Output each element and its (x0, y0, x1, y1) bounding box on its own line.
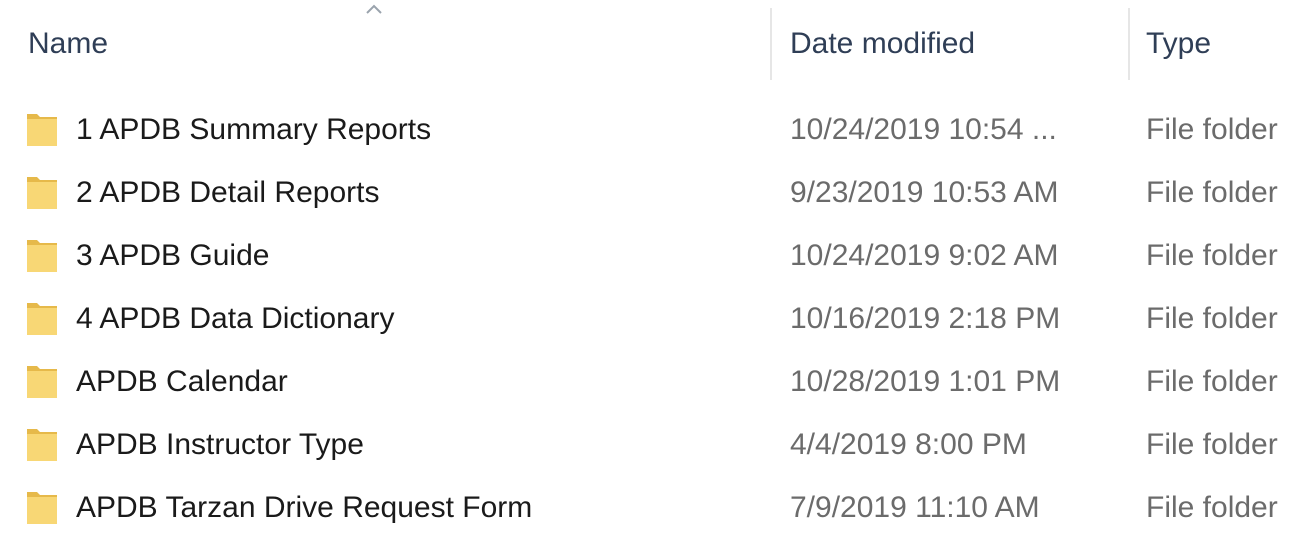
file-date-modified: 10/16/2019 2:18 PM (790, 302, 1061, 335)
folder-icon (27, 303, 57, 335)
column-divider[interactable] (770, 8, 772, 80)
column-header-date-modified[interactable]: Date modified (790, 22, 1130, 66)
folder-icon (27, 366, 57, 398)
file-type: File folder (1146, 176, 1278, 209)
file-row[interactable]: 4 APDB Data Dictionary 10/16/2019 2:18 P… (0, 287, 1310, 350)
folder-icon (27, 177, 57, 209)
file-row[interactable]: 1 APDB Summary Reports 10/24/2019 10:54 … (0, 98, 1310, 161)
folder-icon (27, 429, 57, 461)
column-header-bar: Name Date modified Type (0, 0, 1310, 80)
file-type: File folder (1146, 113, 1278, 146)
file-date-modified: 9/23/2019 10:53 AM (790, 176, 1059, 209)
file-name: APDB Instructor Type (76, 428, 364, 461)
file-list: 1 APDB Summary Reports 10/24/2019 10:54 … (0, 98, 1310, 539)
folder-icon (27, 114, 57, 146)
folder-icon (27, 492, 57, 524)
column-header-name[interactable]: Name (28, 22, 768, 66)
file-row[interactable]: APDB Instructor Type 4/4/2019 8:00 PM Fi… (0, 413, 1310, 476)
file-name: 1 APDB Summary Reports (76, 113, 432, 146)
file-name: APDB Calendar (76, 365, 288, 398)
file-name: 2 APDB Detail Reports (76, 176, 380, 209)
file-row[interactable]: 3 APDB Guide 10/24/2019 9:02 AM File fol… (0, 224, 1310, 287)
file-row[interactable]: 2 APDB Detail Reports 9/23/2019 10:53 AM… (0, 161, 1310, 224)
chevron-up-icon[interactable] (362, 2, 386, 16)
file-name: 3 APDB Guide (76, 239, 270, 272)
file-type: File folder (1146, 428, 1278, 461)
file-date-modified: 10/28/2019 1:01 PM (790, 365, 1061, 398)
file-type: File folder (1146, 302, 1278, 335)
file-type: File folder (1146, 365, 1278, 398)
file-type: File folder (1146, 239, 1278, 272)
column-divider[interactable] (1128, 8, 1130, 80)
file-date-modified: 10/24/2019 10:54 ... (790, 113, 1057, 146)
folder-icon (27, 240, 57, 272)
file-date-modified: 10/24/2019 9:02 AM (790, 239, 1059, 272)
file-date-modified: 4/4/2019 8:00 PM (790, 428, 1027, 461)
file-date-modified: 7/9/2019 11:10 AM (790, 491, 1040, 524)
file-row[interactable]: APDB Calendar 10/28/2019 1:01 PM File fo… (0, 350, 1310, 413)
file-name: 4 APDB Data Dictionary (76, 302, 395, 335)
file-type: File folder (1146, 491, 1278, 524)
column-header-type[interactable]: Type (1146, 22, 1310, 66)
file-name: APDB Tarzan Drive Request Form (76, 491, 533, 524)
file-row[interactable]: APDB Tarzan Drive Request Form 7/9/2019 … (0, 476, 1310, 539)
